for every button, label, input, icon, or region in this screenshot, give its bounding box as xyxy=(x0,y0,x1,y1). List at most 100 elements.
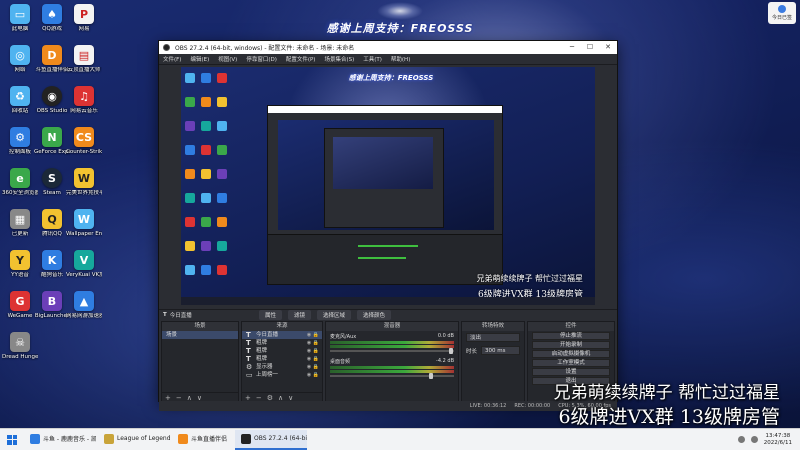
source-name: 粗牌 xyxy=(256,356,268,362)
mixer-channel: 桌面音频 -4.2 dB xyxy=(326,356,458,381)
desktop-icon[interactable]: B BigLauncher xyxy=(34,291,70,320)
desktop-icon[interactable]: G WeGame xyxy=(2,291,38,320)
widget-label: 今日已签 xyxy=(771,15,792,21)
visibility-icon[interactable]: ◉ 🔒 xyxy=(307,355,322,363)
scene-item[interactable]: 场景 xyxy=(162,331,238,339)
menu-item[interactable]: 配置文件(P) xyxy=(286,55,316,63)
desktop-icon-label: 云顶直播大师 xyxy=(67,67,101,73)
menu-item[interactable]: 场景集合(S) xyxy=(324,55,354,63)
desktop-icon-label: 斗鱼直播伴侣 xyxy=(35,67,69,73)
preview-mini-icon xyxy=(201,121,211,131)
desktop-icon[interactable]: CS Counter-Strike xyxy=(66,127,102,156)
source-type-icon: T xyxy=(246,347,251,355)
sign-in-widget[interactable]: 今日已签 xyxy=(768,2,796,24)
desktop-icon[interactable]: Q 腾讯QQ xyxy=(34,209,70,238)
desktop-icon[interactable]: ♠ QQ游戏 xyxy=(34,4,70,33)
transition-select[interactable]: 淡出 xyxy=(466,333,520,342)
volume-meter xyxy=(330,370,454,373)
taskbar-item[interactable]: League of Legends xyxy=(98,430,170,450)
desktop-icon[interactable]: e 360安全浏览器 xyxy=(2,168,38,197)
source-item[interactable]: T 粗牌 ◉ 🔒 xyxy=(242,347,322,355)
menu-item[interactable]: 视图(V) xyxy=(218,55,237,63)
menu-item[interactable]: 文件(F) xyxy=(163,55,181,63)
desktop-icon[interactable]: P 网易 xyxy=(66,4,102,33)
fader-knob[interactable] xyxy=(449,348,454,354)
desktop-icon[interactable]: ▲ 网易网游加速器 xyxy=(66,291,102,320)
source-toolbar-button[interactable]: 选择区域 xyxy=(317,310,352,320)
visibility-icon[interactable]: ◉ 🔒 xyxy=(307,331,322,339)
wallpaper-banner: 感谢上周支持：FREOSSS xyxy=(300,2,500,36)
duration-input[interactable]: 300 ms xyxy=(481,346,520,355)
visibility-icon[interactable]: ◉ 🔒 xyxy=(307,363,322,371)
desktop-icon[interactable]: Y YY语音 xyxy=(2,250,38,279)
source-type-icon: ▭ xyxy=(246,371,253,379)
volume-fader[interactable] xyxy=(330,373,454,379)
current-source: T 今日直播 xyxy=(159,311,249,319)
volume-icon[interactable] xyxy=(750,436,758,443)
obs-preview[interactable]: 感谢上周支持：FREOSSS 兄弟萌续续牌子 帮忙过过福星 兄弟萌续续牌子 帮忙… xyxy=(181,67,595,305)
desktop-icon[interactable]: V VeryKuai VK加速器 xyxy=(66,250,102,279)
source-toolbar-button[interactable]: 选择颜色 xyxy=(357,310,392,320)
control-button[interactable]: 设置 xyxy=(532,368,610,376)
desktop-icon[interactable]: ◎ 网络 xyxy=(2,45,38,74)
visibility-icon[interactable]: ◉ 🔒 xyxy=(307,339,322,347)
desktop-icon[interactable]: ♫ 网易云音乐 xyxy=(66,86,102,115)
control-button[interactable]: 启动虚拟摄像机 xyxy=(532,350,610,358)
source-item[interactable]: T 粗牌 ◉ 🔒 xyxy=(242,355,322,363)
visibility-icon[interactable]: ◉ 🔒 xyxy=(307,371,322,379)
desktop-app-icon: ▦ xyxy=(10,209,30,229)
taskbar-item[interactable]: 斗鱼 - 鹿鹿音乐 - 凯利... xyxy=(24,430,96,450)
source-item[interactable]: ⚙ 显示器 ◉ 🔒 xyxy=(242,363,322,371)
desktop-icon[interactable]: ⚙ 控制面板 xyxy=(2,127,38,156)
minimize-button[interactable]: ─ xyxy=(563,41,581,54)
menu-item[interactable]: 停靠窗口(D) xyxy=(246,55,277,63)
desktop-icon-label: BigLauncher xyxy=(34,313,70,319)
fader-knob[interactable] xyxy=(429,373,434,379)
start-button[interactable] xyxy=(0,429,24,450)
source-item[interactable]: ▭ 上周榜一 ◉ 🔒 xyxy=(242,371,322,379)
preview-mini-icon xyxy=(217,241,227,251)
control-button[interactable]: 开始录制 xyxy=(532,341,610,349)
desktop-app-icon: N xyxy=(42,127,62,147)
desktop-app-icon: ◎ xyxy=(10,45,30,65)
source-toolbar-button[interactable]: 属性 xyxy=(259,310,283,320)
source-toolbar-button[interactable]: 滤镜 xyxy=(288,310,312,320)
taskbar: 斗鱼 - 鹿鹿音乐 - 凯利... League of Legends 斗鱼直播伴侣… xyxy=(0,428,800,450)
desktop-icon[interactable]: ▦ 已更新 xyxy=(2,209,38,238)
desktop-icon[interactable]: D 斗鱼直播伴侣 xyxy=(34,45,70,74)
taskbar-item[interactable]: OBS 27.2.4 (64-bit... xyxy=(235,429,308,450)
volume-fader[interactable] xyxy=(330,348,454,354)
desktop-icon[interactable]: ☠ Dread Hunger xyxy=(2,332,38,361)
desktop-app-icon: S xyxy=(42,168,62,188)
menu-item[interactable]: 工具(T) xyxy=(363,55,382,63)
source-item[interactable]: T 粗牌 ◉ 🔒 xyxy=(242,339,322,347)
desktop-icon-label: 此电脑 xyxy=(11,26,29,32)
network-icon[interactable] xyxy=(737,436,745,443)
control-button[interactable]: 工作室模式 xyxy=(532,359,610,367)
desktop-icon[interactable]: ◉ OBS Studio xyxy=(34,86,70,115)
control-button[interactable]: 停止推流 xyxy=(532,332,610,340)
desktop-icon[interactable]: ▤ 云顶直播大师 xyxy=(66,45,102,74)
desktop-icon[interactable]: ♻ 回收站 xyxy=(2,86,38,115)
desktop-icon[interactable]: S Steam xyxy=(34,168,70,197)
taskbar-app-icon xyxy=(104,433,114,444)
taskbar-item[interactable]: 斗鱼直播伴侣 xyxy=(172,430,233,450)
maximize-button[interactable]: ☐ xyxy=(581,41,599,54)
desktop-icon[interactable]: K 酷狗音乐 xyxy=(34,250,70,279)
desktop-app-icon: P xyxy=(74,4,94,24)
desktop-icon[interactable]: ▭ 此电脑 xyxy=(2,4,38,33)
volume-meter xyxy=(330,341,454,344)
source-item[interactable]: T 今日直播 ◉ 🔒 xyxy=(242,331,322,339)
obs-titlebar[interactable]: OBS 27.2.4 (64-bit, windows) - 配置文件: 未命名… xyxy=(159,41,617,54)
desktop-icon[interactable]: N GeForce Experience xyxy=(34,127,70,156)
clock[interactable]: 13:47:38 2022/6/11 xyxy=(764,433,792,447)
desktop-icon[interactable]: W 完美世界竞技平台 xyxy=(66,168,102,197)
desktop-icon[interactable]: W Wallpaper Engine xyxy=(66,209,102,238)
menu-item[interactable]: 编辑(E) xyxy=(190,55,209,63)
menu-item[interactable]: 帮助(H) xyxy=(391,55,410,63)
preview-mini-icon xyxy=(217,217,227,227)
visibility-icon[interactable]: ◉ 🔒 xyxy=(307,347,322,355)
desktop-app-icon: ⚙ xyxy=(10,127,30,147)
close-button[interactable]: ✕ xyxy=(599,41,617,54)
obs-window[interactable]: OBS 27.2.4 (64-bit, windows) - 配置文件: 未命名… xyxy=(158,40,618,411)
